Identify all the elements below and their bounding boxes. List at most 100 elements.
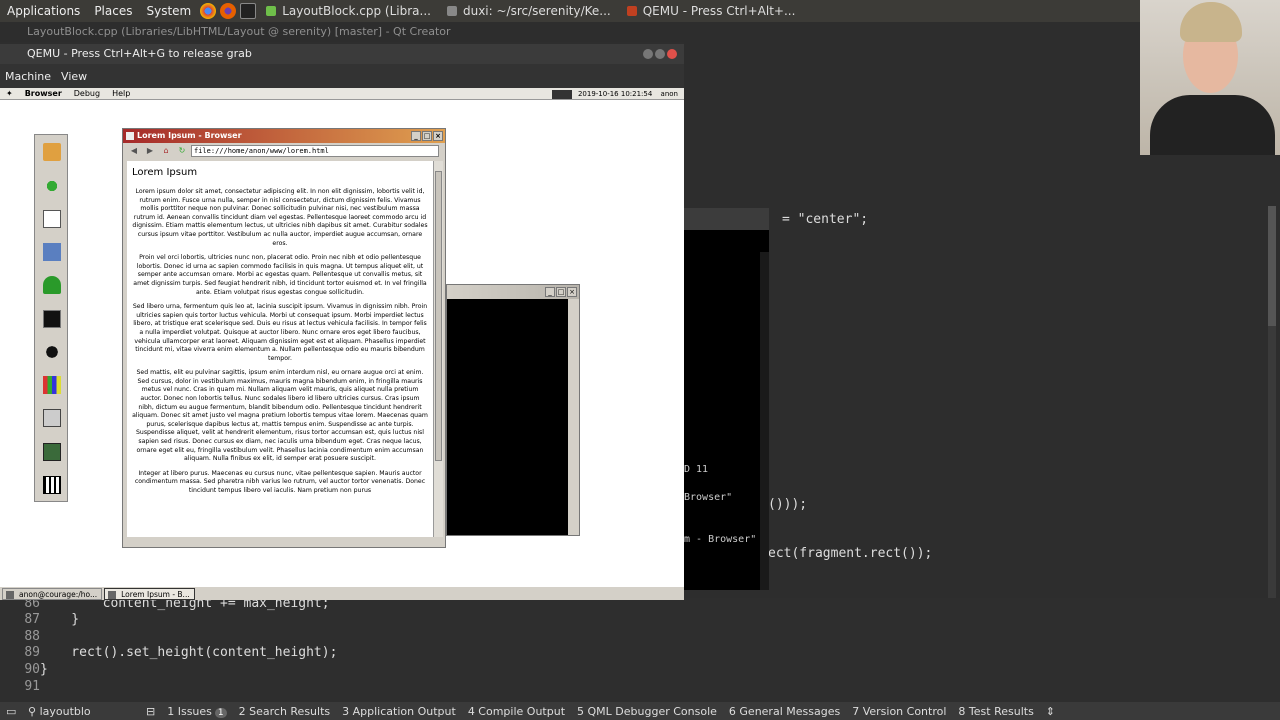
page-heading: Lorem Ipsum bbox=[132, 167, 198, 178]
code-editor[interactable]: 86 content_height += max_height; 87 } 88… bbox=[0, 596, 1280, 702]
places-menu[interactable]: Places bbox=[87, 4, 139, 18]
pane-version-control[interactable]: 7 Version Control bbox=[846, 705, 952, 718]
host-terminal-window[interactable]: D 11 Browser" m - Browser" bbox=[684, 208, 769, 590]
pane-search-results[interactable]: 2 Search Results bbox=[233, 705, 337, 718]
file-manager-icon[interactable] bbox=[43, 143, 61, 161]
terminal-icon bbox=[6, 590, 14, 599]
minesweeper-icon[interactable] bbox=[43, 343, 61, 361]
browser-close-button[interactable]: × bbox=[433, 131, 443, 141]
process-manager-icon[interactable] bbox=[43, 409, 61, 427]
piano-app-icon[interactable] bbox=[43, 476, 61, 494]
terminal-app-icon[interactable] bbox=[43, 310, 61, 328]
code-line: 91 bbox=[0, 679, 40, 695]
pane-general-messages[interactable]: 6 General Messages bbox=[723, 705, 846, 718]
terminal-minimize-button[interactable]: _ bbox=[545, 287, 555, 297]
applications-menu[interactable]: Applications bbox=[0, 4, 87, 18]
pane-compile-output[interactable]: 4 Compile Output bbox=[462, 705, 571, 718]
serenity-screen[interactable]: ✦ Browser Debug Help 2019-10-16 10:21:54… bbox=[0, 88, 684, 600]
task-qt-creator[interactable]: LayoutBlock.cpp (Libra... bbox=[258, 0, 439, 22]
menu-view[interactable]: View bbox=[56, 70, 92, 83]
user-name: anon bbox=[660, 90, 678, 98]
taskbar-terminal[interactable]: anon@courage:/ho... bbox=[2, 587, 103, 600]
browser-content[interactable]: Lorem Ipsum Lorem ipsum dolor sit amet, … bbox=[127, 161, 433, 537]
maximize-button[interactable] bbox=[655, 49, 665, 59]
settings-app-icon[interactable] bbox=[43, 243, 61, 261]
pane-menu-icon[interactable]: ⇕ bbox=[1040, 705, 1061, 718]
url-input[interactable]: file:///home/anon/www/lorem.html bbox=[191, 145, 439, 157]
paragraph: Lorem ipsum dolor sit amet, consectetur … bbox=[132, 188, 428, 247]
terminal-line: D 11 bbox=[684, 464, 709, 475]
menu-browser[interactable]: Browser bbox=[19, 89, 68, 98]
browser-scrollbar[interactable] bbox=[433, 161, 443, 537]
forward-arrow-icon[interactable]: ▶ bbox=[145, 146, 155, 156]
menu-help[interactable]: Help bbox=[106, 89, 136, 98]
code-line: 89 rect().set_height(content_height); bbox=[0, 645, 337, 661]
serenity-logo-icon[interactable]: ✦ bbox=[0, 89, 19, 98]
task-qemu[interactable]: QEMU - Press Ctrl+Alt+... bbox=[619, 0, 804, 22]
pane-qml-debugger-console[interactable]: 5 QML Debugger Console bbox=[571, 705, 723, 718]
qemu-title: QEMU - Press Ctrl+Alt+G to release grab bbox=[27, 47, 252, 60]
person-body bbox=[1150, 95, 1275, 155]
home-icon[interactable]: ⌂ bbox=[161, 146, 171, 156]
serenity-terminal-window[interactable]: _ □ × bbox=[446, 284, 580, 536]
pane-application-output[interactable]: 3 Application Output bbox=[336, 705, 462, 718]
clear-icon[interactable]: ⊟ bbox=[140, 705, 161, 718]
qemu-icon bbox=[626, 6, 637, 16]
back-arrow-icon[interactable]: ◀ bbox=[129, 146, 139, 156]
qt-status-bar: ▭ ⚲ layoutblo ⊟ 1 Issues 1 2 Search Resul… bbox=[0, 702, 1280, 720]
terminal-line: m - Browser" bbox=[684, 534, 757, 545]
taskbar-label: Lorem Ipsum - B... bbox=[121, 589, 190, 599]
minimize-button[interactable] bbox=[643, 49, 653, 59]
paragraph: Sed libero urna, fermentum quis leo at, … bbox=[132, 303, 428, 362]
close-button[interactable] bbox=[667, 49, 677, 59]
paragraph: Proin vel orci lobortis, ultricies nunc … bbox=[133, 254, 427, 296]
pane-issues[interactable]: 1 Issues 1 bbox=[161, 705, 232, 718]
qemu-window[interactable]: QEMU - Press Ctrl+Alt+G to release grab … bbox=[0, 44, 684, 600]
qt-creator-titlebar: LayoutBlock.cpp (Libraries/LibHTML/Layou… bbox=[0, 22, 1140, 42]
browser-window[interactable]: Lorem Ipsum - Browser _ □ × ◀ ▶ ⌂ ↻ file… bbox=[122, 128, 446, 548]
browser-titlebar[interactable]: Lorem Ipsum - Browser _ □ × bbox=[123, 129, 445, 143]
system-menu[interactable]: System bbox=[139, 4, 198, 18]
line-number: 88 bbox=[24, 629, 40, 644]
host-terminal-titlebar[interactable] bbox=[684, 208, 769, 230]
app-launcher bbox=[34, 134, 68, 502]
terminal-line: Browser" bbox=[684, 492, 733, 503]
serenity-terminal-titlebar[interactable]: _ □ × bbox=[447, 285, 579, 299]
taskbar-browser[interactable]: Lorem Ipsum - B... bbox=[104, 587, 195, 600]
menu-debug[interactable]: Debug bbox=[68, 89, 106, 98]
browser-maximize-button[interactable]: □ bbox=[422, 131, 432, 141]
pane-label: 1 Issues bbox=[167, 704, 212, 718]
text-editor-icon[interactable] bbox=[43, 210, 61, 228]
locator-text: layoutblo bbox=[39, 704, 91, 718]
sidebar-toggle-icon[interactable]: ▭ bbox=[0, 705, 22, 718]
reload-icon[interactable]: ↻ bbox=[177, 146, 187, 156]
terminal-launcher-icon[interactable] bbox=[240, 3, 257, 19]
code-line: 88 bbox=[0, 629, 40, 645]
pane-test-results[interactable]: 8 Test Results bbox=[952, 705, 1039, 718]
image-viewer-icon[interactable] bbox=[43, 443, 61, 461]
issues-badge: 1 bbox=[214, 707, 227, 718]
chrome-icon[interactable] bbox=[200, 3, 217, 19]
paint-app-icon[interactable] bbox=[43, 376, 61, 394]
editor-scrollbar-thumb[interactable] bbox=[1268, 206, 1276, 326]
browser-scrollbar-thumb[interactable] bbox=[435, 171, 442, 461]
host-terminal-scrollbar[interactable] bbox=[760, 252, 769, 590]
browser-toolbar: ◀ ▶ ⌂ ↻ file:///home/anon/www/lorem.html bbox=[123, 143, 445, 159]
qemu-titlebar[interactable]: QEMU - Press Ctrl+Alt+G to release grab bbox=[0, 44, 684, 64]
browser-minimize-button[interactable]: _ bbox=[411, 131, 421, 141]
locator-input[interactable]: ⚲ layoutblo bbox=[22, 705, 140, 718]
top-panel: Applications Places System LayoutBlock.c… bbox=[0, 0, 1280, 22]
code-text: } bbox=[40, 662, 48, 677]
terminal-close-button[interactable]: × bbox=[567, 287, 577, 297]
terminal-maximize-button[interactable]: □ bbox=[556, 287, 566, 297]
code-text: rect().set_height(content_height); bbox=[40, 645, 338, 660]
menu-machine[interactable]: Machine bbox=[0, 70, 56, 83]
graph-app-icon[interactable] bbox=[43, 177, 61, 195]
snake-game-icon[interactable] bbox=[43, 276, 61, 294]
browser-app-icon bbox=[126, 132, 134, 140]
code-fragment-paren: ())); bbox=[768, 497, 808, 512]
serenity-desktop[interactable]: _ □ × Lorem Ipsum - Browser _ □ × ◀ ▶ ⌂ … bbox=[0, 100, 684, 586]
serenity-terminal-scrollbar[interactable] bbox=[568, 299, 579, 535]
firefox-icon[interactable] bbox=[220, 3, 237, 19]
task-terminal[interactable]: duxi: ~/src/serenity/Ke... bbox=[439, 0, 619, 22]
